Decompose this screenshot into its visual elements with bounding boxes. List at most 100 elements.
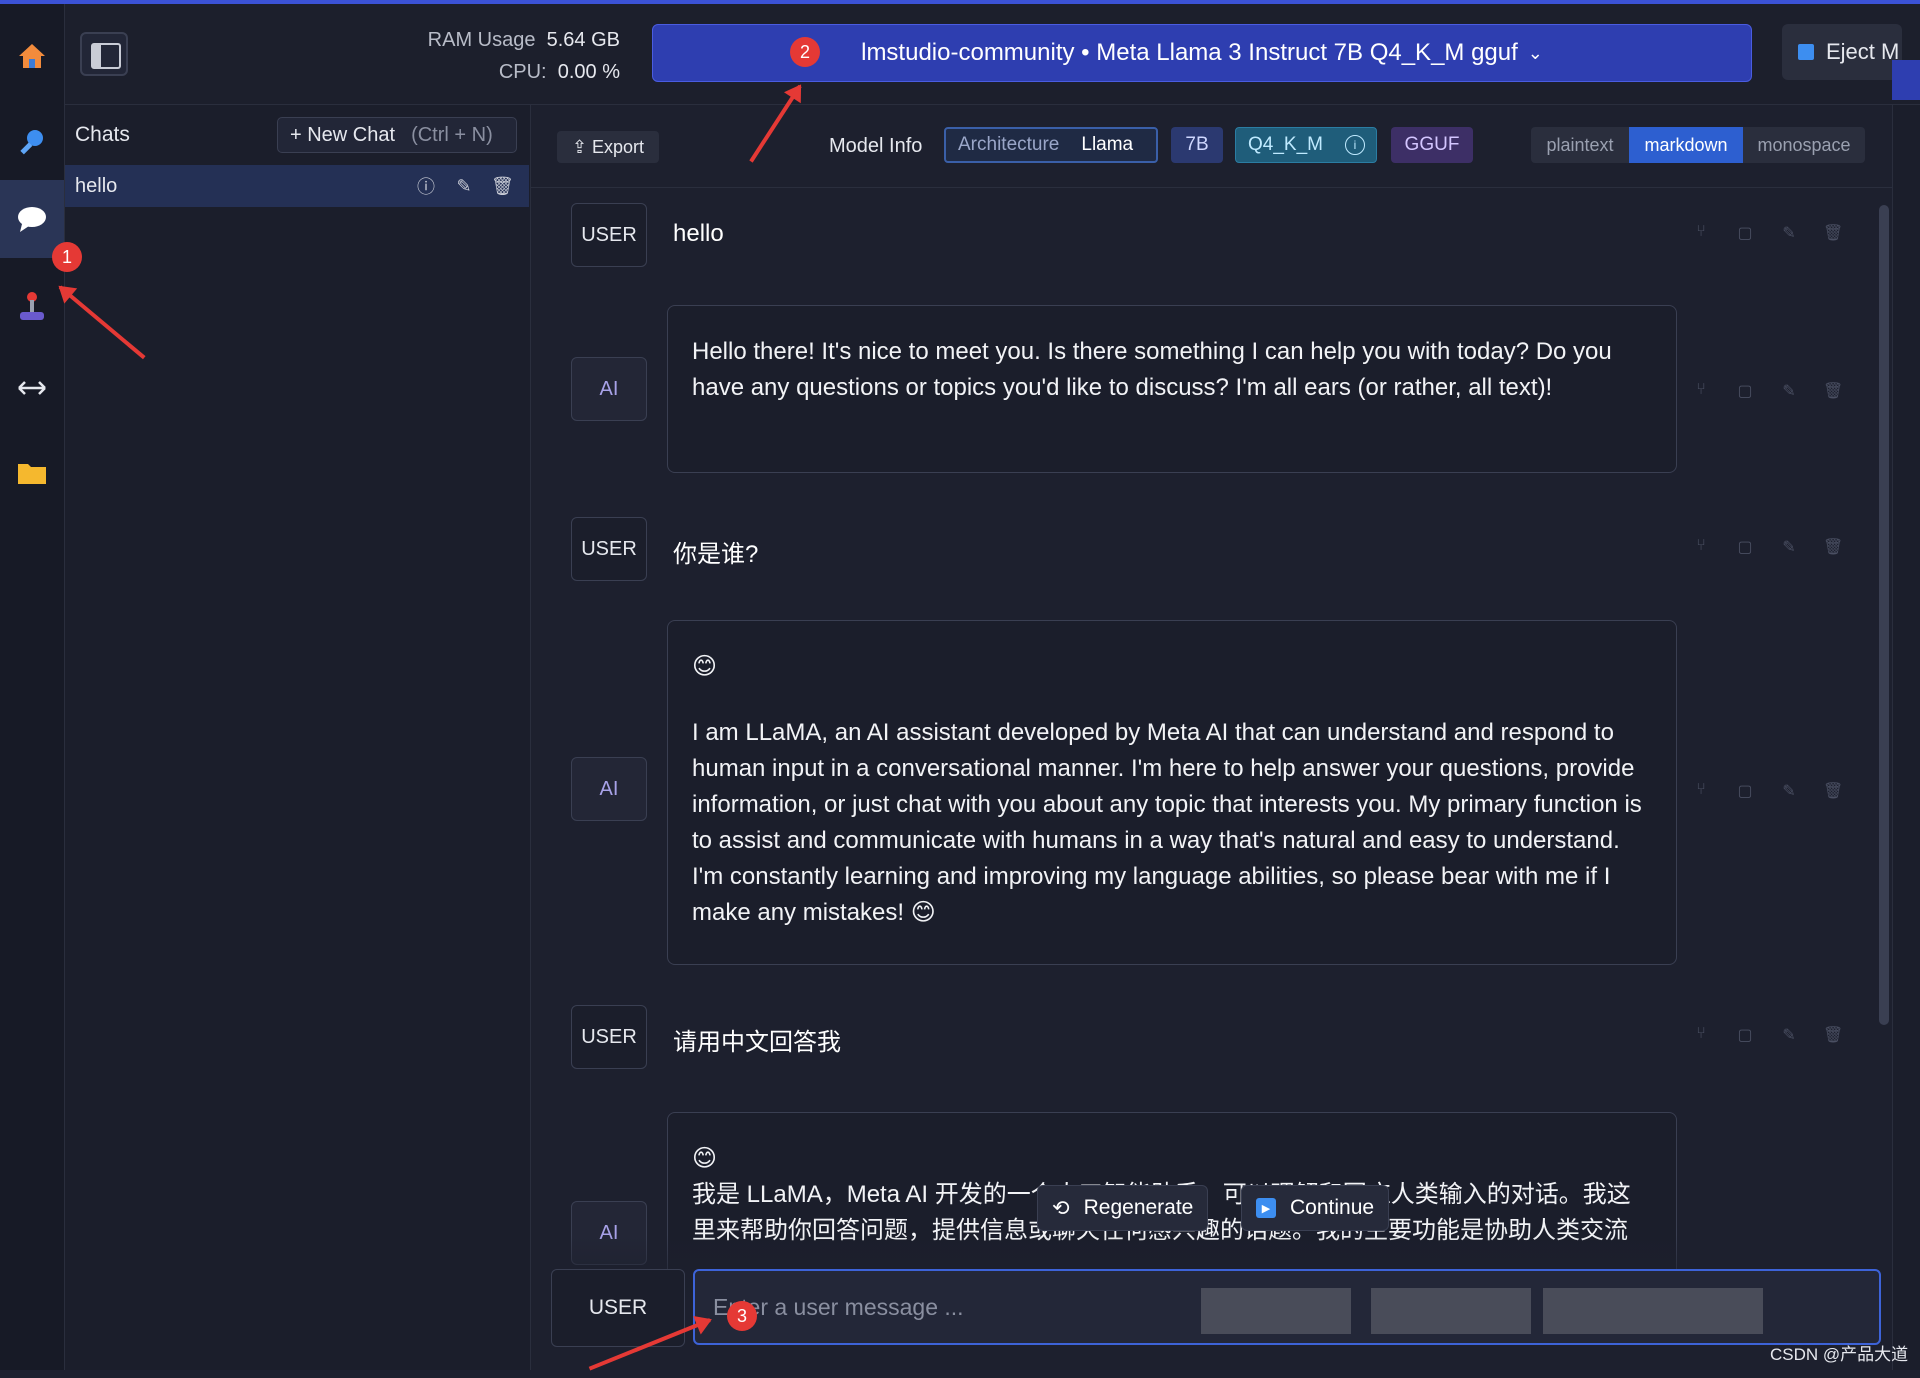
quant-label: Q4_K_M [1248, 134, 1323, 155]
nav-rail [0, 4, 65, 1370]
edit-icon[interactable]: ✎ [1779, 537, 1799, 557]
user-role-badge[interactable]: USER [571, 517, 647, 581]
panel-icon [91, 43, 121, 69]
user-message: hello [673, 220, 724, 247]
copy-icon[interactable]: ▢ [1735, 537, 1755, 557]
emoji-icon: 😊 [692, 1145, 718, 1172]
regenerate-button[interactable]: ⟲ Regenerate [1037, 1185, 1209, 1231]
redacted-area [1201, 1288, 1351, 1334]
eject-icon [1798, 44, 1814, 60]
folder-icon[interactable] [0, 440, 64, 504]
copy-icon[interactable]: ▢ [1735, 381, 1755, 401]
message-actions: ⑂ ▢ ✎ 🗑 [1691, 537, 1843, 557]
arrows-icon[interactable] [0, 356, 64, 420]
new-chat-button[interactable]: + New Chat (Ctrl + N) [277, 117, 517, 153]
ai-role-badge[interactable]: AI [571, 357, 647, 421]
trash-icon[interactable]: 🗑 [1823, 223, 1843, 243]
chat-item-label: hello [75, 174, 118, 197]
eject-label: Eject M [1826, 39, 1900, 64]
export-button[interactable]: ⇪ Export [557, 131, 659, 163]
play-icon: ▶ [1256, 1198, 1276, 1218]
architecture-key: Architecture [958, 134, 1060, 155]
resource-stats: RAM Usage 5.64 GB CPU: 0.00 % [420, 24, 620, 88]
annotation-badge-3: 3 [727, 1301, 757, 1331]
branch-icon[interactable]: ⑂ [1691, 381, 1711, 401]
user-message: 你是谁? [673, 541, 759, 568]
branch-icon[interactable]: ⑂ [1691, 1025, 1711, 1045]
sidebar-toggle-button[interactable] [80, 32, 128, 76]
right-accent-strip [1892, 60, 1920, 100]
search-icon[interactable] [0, 110, 64, 174]
ram-value: 5.64 GB [546, 29, 620, 51]
cpu-label: CPU: [498, 61, 547, 83]
annotation-badge-1: 1 [52, 242, 82, 272]
emoji-icon: 😊 [692, 653, 718, 680]
continue-label: Continue [1290, 1196, 1375, 1219]
branch-icon[interactable]: ⑂ [1691, 223, 1711, 243]
message-actions: ⑂ ▢ ✎ 🗑 [1691, 223, 1843, 243]
edit-icon[interactable]: ✎ [453, 176, 475, 197]
edit-icon[interactable]: ✎ [1779, 223, 1799, 243]
size-chip: 7B [1171, 127, 1223, 163]
export-icon: ⇪ [571, 136, 593, 157]
ai-role-badge[interactable]: AI [571, 757, 647, 821]
regenerate-label: Regenerate [1083, 1196, 1194, 1219]
model-info-label: Model Info [829, 135, 923, 157]
user-message: 请用中文回答我 [673, 1029, 841, 1056]
user-role-badge[interactable]: USER [571, 203, 647, 267]
trash-icon[interactable]: 🗑 [1823, 781, 1843, 801]
quant-chip[interactable]: Q4_K_M i [1235, 127, 1377, 163]
right-edge-panel [1892, 105, 1920, 1370]
trash-icon[interactable]: 🗑 [1823, 537, 1843, 557]
ai-message-text: Hello there! It's nice to meet you. Is t… [692, 338, 1612, 401]
ai-message-text: I am LLaMA, an AI assistant developed by… [692, 719, 1642, 926]
format-chip: GGUF [1391, 127, 1473, 163]
ram-label: RAM Usage [427, 29, 536, 51]
monospace-option[interactable]: monospace [1743, 127, 1865, 163]
ai-message-bubble: 😊 I am LLaMA, an AI assistant developed … [667, 620, 1677, 965]
render-mode-toggle: plaintext markdown monospace [1531, 127, 1865, 163]
redacted-area [1371, 1288, 1531, 1334]
new-chat-shortcut: (Ctrl + N) [411, 123, 493, 146]
cpu-value: 0.00 % [557, 61, 620, 83]
edit-icon[interactable]: ✎ [1779, 781, 1799, 801]
ai-message-bubble: Hello there! It's nice to meet you. Is t… [667, 305, 1677, 473]
home-icon[interactable] [0, 24, 64, 88]
copy-icon[interactable]: ▢ [1735, 1025, 1755, 1045]
copy-icon[interactable]: ▢ [1735, 223, 1755, 243]
branch-icon[interactable]: ⑂ [1691, 781, 1711, 801]
chats-panel: Chats + New Chat (Ctrl + N) hello ⓘ ✎ 🗑 [65, 105, 531, 1370]
info-icon[interactable]: i [1344, 135, 1365, 155]
edit-icon[interactable]: ✎ [1779, 381, 1799, 401]
trash-icon[interactable]: 🗑 [1823, 1025, 1843, 1045]
architecture-chip: Architecture Llama [944, 127, 1158, 163]
continue-button[interactable]: ▶ Continue [1241, 1185, 1390, 1231]
redacted-area [1543, 1288, 1763, 1334]
markdown-option[interactable]: markdown [1629, 127, 1743, 163]
plaintext-option[interactable]: plaintext [1531, 127, 1629, 163]
trash-icon[interactable]: 🗑 [491, 176, 514, 197]
new-chat-label: + New Chat [290, 123, 396, 146]
message-actions: ⑂ ▢ ✎ 🗑 [1691, 781, 1843, 801]
copy-icon[interactable]: ▢ [1735, 781, 1755, 801]
chat-list-item[interactable]: hello ⓘ ✎ 🗑 [65, 165, 529, 207]
chats-title: Chats [75, 123, 130, 146]
message-actions: ⑂ ▢ ✎ 🗑 [1691, 1025, 1843, 1045]
annotation-badge-2: 2 [790, 37, 820, 67]
trash-icon[interactable]: 🗑 [1823, 381, 1843, 401]
watermark: CSDN @产品大道 [1770, 1345, 1909, 1364]
chat-icon[interactable] [0, 180, 64, 258]
regenerate-icon: ⟲ [1052, 1196, 1070, 1220]
chevron-down-icon: ⌄ [1527, 42, 1543, 63]
joystick-icon[interactable] [0, 274, 64, 338]
edit-icon[interactable]: ✎ [1779, 1025, 1799, 1045]
info-icon[interactable]: ⓘ [415, 173, 437, 199]
chat-area: ⇪ Export Model Info Architecture Llama 7… [531, 105, 1892, 1370]
branch-icon[interactable]: ⑂ [1691, 537, 1711, 557]
architecture-value: Llama [1081, 134, 1134, 155]
user-role-badge[interactable]: USER [571, 1005, 647, 1069]
eject-model-button[interactable]: Eject M [1782, 24, 1902, 80]
chat-toolbar: ⇪ Export Model Info Architecture Llama 7… [531, 105, 1892, 188]
export-label: Export [592, 136, 645, 157]
scrollbar[interactable] [1879, 205, 1889, 1025]
